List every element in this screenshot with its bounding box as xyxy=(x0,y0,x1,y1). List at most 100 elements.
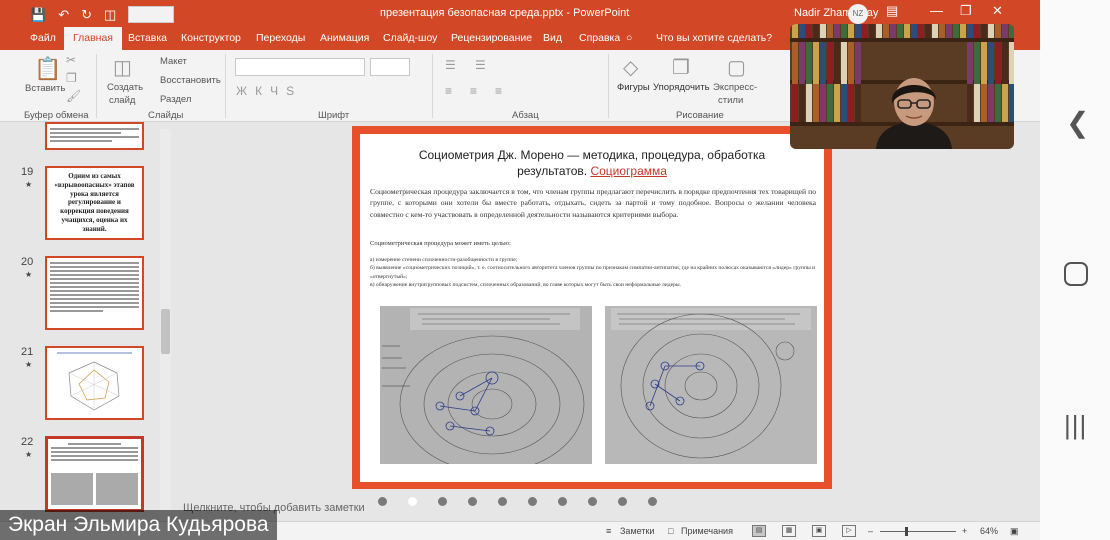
slideshow-view-button[interactable]: ▷ xyxy=(842,525,856,537)
quick-styles-button-line2[interactable]: стили xyxy=(718,95,743,106)
notes-button[interactable]: Заметки xyxy=(620,526,654,536)
comments-button[interactable]: Примечания xyxy=(681,526,733,536)
tab-design[interactable]: Конструктор xyxy=(181,32,241,44)
align-right-icon[interactable]: ≡ xyxy=(495,84,502,98)
arrange-icon[interactable]: ❐ xyxy=(672,55,690,80)
tab-file[interactable]: Файл xyxy=(30,32,56,44)
arrange-button[interactable]: Упорядочить xyxy=(653,82,710,93)
video-book xyxy=(855,42,861,84)
normal-view-button[interactable]: ▤ xyxy=(752,525,766,537)
align-left-icon[interactable]: ≡ xyxy=(445,84,452,98)
slide-subheading[interactable]: Социометрическая процедура может иметь ц… xyxy=(370,240,511,247)
slide-list[interactable]: а) измерение степени сплоченности-разобщ… xyxy=(370,256,816,290)
bullets-icon[interactable]: ☰ xyxy=(445,58,456,72)
notes-icon[interactable]: ≡ xyxy=(606,526,611,536)
slide-paragraph[interactable]: Социометрическая процедура заключается в… xyxy=(370,186,816,220)
video-book xyxy=(988,24,994,38)
paste-icon[interactable]: 📋 xyxy=(34,56,61,82)
pagination-dot[interactable] xyxy=(468,497,477,506)
pagination-dot[interactable] xyxy=(588,497,597,506)
slide-thumbnail-22[interactable] xyxy=(45,436,144,512)
thumbnail-number: 19 xyxy=(21,166,34,178)
zoom-slider-thumb[interactable] xyxy=(905,527,908,536)
pagination-dot[interactable] xyxy=(648,497,657,506)
pagination-dot[interactable] xyxy=(528,497,537,506)
paste-button[interactable]: Вставить xyxy=(25,83,65,94)
tab-review[interactable]: Рецензирование xyxy=(451,32,532,44)
italic-button[interactable]: К xyxy=(255,84,262,98)
reading-view-button[interactable]: ▣ xyxy=(812,525,826,537)
slide-thumbnail-18[interactable] xyxy=(45,122,144,150)
layout-button[interactable]: Макет xyxy=(160,56,187,67)
pagination-dot[interactable] xyxy=(408,497,417,506)
copy-icon[interactable]: ❐ xyxy=(66,71,77,85)
slide-title[interactable]: Социометрия Дж. Морено — методика, проце… xyxy=(360,148,824,179)
pagination-dot[interactable] xyxy=(378,497,387,506)
reset-button[interactable]: Восстановить xyxy=(160,75,221,86)
strikethrough-button[interactable]: S xyxy=(286,84,294,98)
undo-icon[interactable]: ↶ xyxy=(58,7,69,23)
slide-sorter-view-button[interactable]: ▦ xyxy=(782,525,796,537)
pagination-dot[interactable] xyxy=(618,497,627,506)
section-button[interactable]: Раздел xyxy=(160,94,191,105)
font-size-dropdown[interactable] xyxy=(370,58,410,76)
tab-view[interactable]: Вид xyxy=(543,32,562,44)
slide-thumbnail-21[interactable] xyxy=(45,346,144,420)
video-book xyxy=(967,84,973,122)
bold-button[interactable]: Ж xyxy=(236,84,247,98)
font-name-dropdown[interactable] xyxy=(235,58,365,76)
fit-slide-icon[interactable]: ▣ xyxy=(1010,526,1019,537)
restore-icon[interactable]: ❐ xyxy=(960,3,972,19)
zoom-in-button[interactable]: + xyxy=(962,526,967,536)
tab-home[interactable]: Главная xyxy=(64,27,122,50)
minimize-icon[interactable]: — xyxy=(930,3,943,18)
zoom-out-button[interactable]: – xyxy=(868,526,873,536)
sociogram-photo-left[interactable] xyxy=(380,306,592,464)
pagination-dot[interactable] xyxy=(438,497,447,506)
underline-button[interactable]: Ч xyxy=(270,84,278,98)
cut-icon[interactable]: ✂ xyxy=(66,53,76,67)
tab-transitions[interactable]: Переходы xyxy=(256,32,305,44)
tab-help[interactable]: Справка xyxy=(579,32,620,44)
shapes-button[interactable]: Фигуры xyxy=(617,82,650,93)
back-icon[interactable]: ❮ xyxy=(1066,106,1089,139)
avatar[interactable]: NZ xyxy=(848,4,868,24)
save-icon[interactable]: 💾 xyxy=(30,7,46,23)
quick-access-field[interactable] xyxy=(128,6,175,23)
slide-thumbnail-19[interactable]: Одним из самых «взрывоопасных» этапов ур… xyxy=(45,166,144,240)
comments-icon[interactable]: □ xyxy=(668,526,673,536)
tell-me-search[interactable]: Что вы хотите сделать? xyxy=(656,32,772,44)
zoom-level[interactable]: 64% xyxy=(980,526,998,536)
new-slide-button-line2[interactable]: слайд xyxy=(109,95,135,106)
tab-insert[interactable]: Вставка xyxy=(128,32,167,44)
participant-video[interactable] xyxy=(790,24,1014,149)
list-item: в) обнаружение внутригрупповых подсистем… xyxy=(370,282,682,289)
home-icon[interactable] xyxy=(1064,262,1088,286)
shapes-icon[interactable]: ◇ xyxy=(623,55,638,80)
scrollbar-thumb[interactable] xyxy=(161,309,170,354)
format-painter-icon[interactable]: 🖌 xyxy=(66,89,81,103)
numbering-icon[interactable]: ☰ xyxy=(475,58,486,72)
current-slide[interactable]: Социометрия Дж. Морено — методика, проце… xyxy=(352,126,832,489)
redo-icon[interactable]: ↻ xyxy=(81,7,92,23)
zoom-slider[interactable] xyxy=(880,531,956,532)
pagination-dot[interactable] xyxy=(498,497,507,506)
title-bar: 💾 ↶ ↻ ◫ презентация безопасная среда.ppt… xyxy=(0,0,1040,27)
ribbon-options-icon[interactable]: ▤ xyxy=(886,3,898,19)
pagination-dot[interactable] xyxy=(558,497,567,506)
tab-slideshow[interactable]: Слайд-шоу xyxy=(383,32,437,44)
slide-thumbnail-20[interactable] xyxy=(45,256,144,330)
video-book xyxy=(841,84,847,122)
quick-styles-icon[interactable]: ▢ xyxy=(727,55,746,80)
align-center-icon[interactable]: ≡ xyxy=(470,84,477,98)
thumbnail-scrollbar[interactable] xyxy=(160,129,171,524)
recent-apps-icon[interactable]: ||| xyxy=(1064,410,1087,441)
quick-styles-button[interactable]: Экспресс- xyxy=(713,82,757,93)
tab-animations[interactable]: Анимация xyxy=(320,32,369,44)
sociogram-photo-right[interactable] xyxy=(605,306,817,464)
close-icon[interactable]: ✕ xyxy=(992,3,1003,19)
new-slide-icon[interactable]: ◫ xyxy=(113,55,132,80)
sociogram-link[interactable]: Социограмма xyxy=(590,164,667,178)
slideshow-icon[interactable]: ◫ xyxy=(104,7,116,23)
new-slide-button[interactable]: Создать xyxy=(107,82,143,93)
